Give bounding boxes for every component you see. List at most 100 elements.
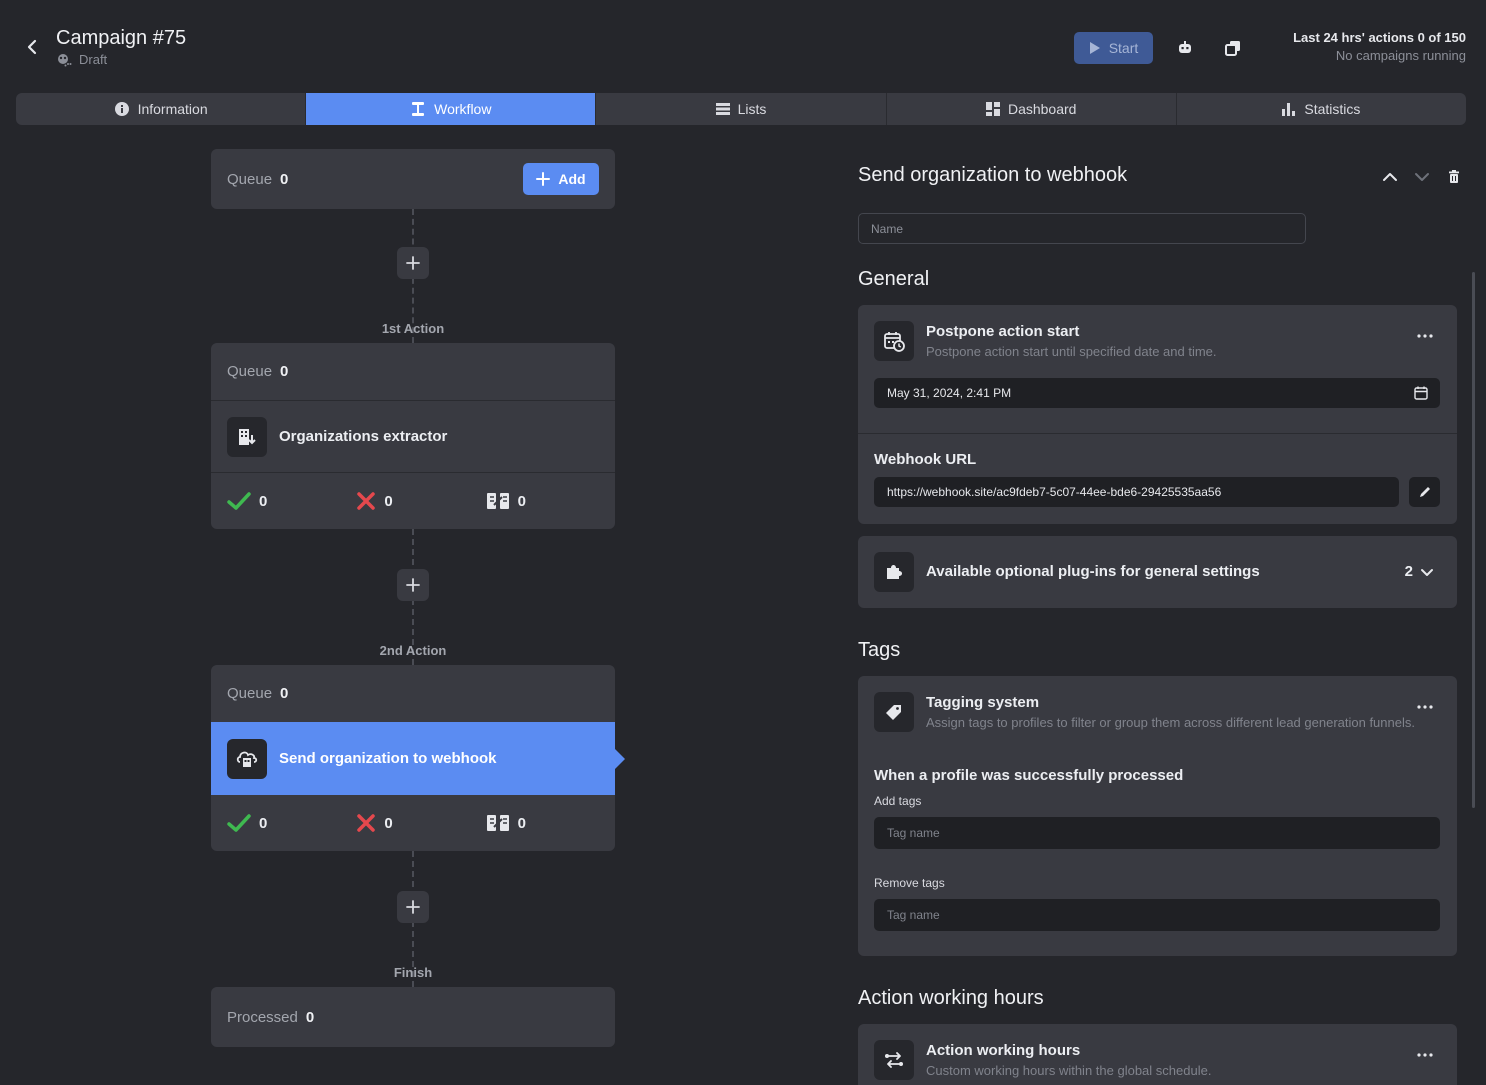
general-card: Postpone action start Postpone action st… bbox=[858, 305, 1457, 524]
failed-count: 0 bbox=[384, 492, 393, 510]
draft-icon bbox=[56, 53, 72, 67]
postpone-header: Postpone action start Postpone action st… bbox=[858, 305, 1457, 361]
queue-count: 0 bbox=[280, 363, 289, 380]
more-options-icon[interactable] bbox=[1415, 331, 1435, 341]
general-section-title: General bbox=[858, 268, 930, 290]
campaign-status: Draft bbox=[56, 52, 107, 67]
plus-icon bbox=[536, 172, 551, 186]
queue-row: Queue 0 bbox=[211, 665, 615, 722]
chevron-down-icon[interactable] bbox=[1412, 167, 1432, 187]
plugins-title: Available optional plug-ins for general … bbox=[926, 563, 1260, 580]
success-stat: 0 bbox=[227, 813, 356, 833]
cross-icon bbox=[357, 492, 376, 510]
skipped-count: 0 bbox=[517, 814, 526, 832]
add-action-button[interactable] bbox=[397, 247, 429, 279]
statistics-icon bbox=[1282, 103, 1296, 116]
finish-card: Processed 0 bbox=[211, 987, 615, 1047]
action-card: Queue 0 Organizations extractor 0 0 0 bbox=[211, 343, 615, 529]
failed-stat: 0 bbox=[356, 813, 485, 833]
tab-statistics[interactable]: Statistics bbox=[1177, 93, 1466, 125]
start-label: Start bbox=[1108, 40, 1139, 56]
working-hours-card: Action working hours Custom working hour… bbox=[858, 1024, 1457, 1085]
action-card: Queue 0 Send organization to webhook 0 0… bbox=[211, 665, 625, 851]
tab-label: Dashboard bbox=[1007, 101, 1077, 117]
skipped-count: 0 bbox=[517, 492, 526, 510]
skip-icon bbox=[486, 815, 509, 831]
list-icon bbox=[715, 103, 730, 115]
tab-lists[interactable]: Lists bbox=[596, 93, 887, 125]
skipped-stat: 0 bbox=[486, 813, 615, 833]
tab-label: Workflow bbox=[434, 101, 492, 117]
plugins-count: 2 bbox=[1405, 563, 1435, 580]
tab-workflow[interactable]: Workflow bbox=[306, 93, 597, 125]
postpone-date-value: May 31, 2024, 2:41 PM bbox=[887, 386, 1012, 400]
webhook-url-value: https://webhook.site/ac9fdeb7-5c07-44ee-… bbox=[887, 485, 1222, 499]
more-options-icon[interactable] bbox=[1415, 1050, 1435, 1060]
webhook-icon bbox=[227, 738, 267, 779]
working-hours-header: Action working hours Custom working hour… bbox=[858, 1024, 1457, 1080]
plugins-header: Available optional plug-ins for general … bbox=[858, 536, 1457, 592]
add-action-button[interactable] bbox=[397, 569, 429, 601]
success-count: 0 bbox=[259, 492, 268, 510]
skipped-stat: 0 bbox=[486, 491, 615, 511]
building-download-icon bbox=[227, 416, 267, 457]
failed-stat: 0 bbox=[356, 491, 485, 511]
webhook-url-field[interactable]: https://webhook.site/ac9fdeb7-5c07-44ee-… bbox=[874, 477, 1399, 507]
pencil-icon bbox=[1419, 487, 1430, 497]
add-action-button[interactable] bbox=[397, 891, 429, 923]
name-input[interactable] bbox=[858, 213, 1306, 244]
success-count: 0 bbox=[259, 814, 268, 832]
queue-row: Queue 0 bbox=[211, 343, 615, 400]
add-tags-label: Add tags bbox=[874, 794, 922, 808]
tag-icon bbox=[874, 692, 914, 732]
start-button[interactable]: Start bbox=[1074, 32, 1153, 64]
working-hours-title: Action working hours bbox=[926, 1042, 1081, 1059]
actions-stats: Last 24 hrs' actions 0 of 150 No campaig… bbox=[1293, 30, 1466, 63]
workflow-icon bbox=[412, 102, 425, 116]
processed-row: Processed 0 bbox=[211, 987, 615, 1047]
tags-card: Tagging system Assign tags to profiles t… bbox=[858, 676, 1457, 956]
plugins-text: Available optional plug-ins for general … bbox=[926, 563, 1260, 592]
postpone-text: Postpone action start Postpone action st… bbox=[926, 323, 1426, 361]
tags-section-title: Tags bbox=[858, 639, 901, 661]
queue-count: 0 bbox=[280, 685, 289, 702]
tagging-header: Tagging system Assign tags to profiles t… bbox=[858, 676, 1457, 732]
success-stat: 0 bbox=[227, 491, 356, 511]
tab-dashboard[interactable]: Dashboard bbox=[887, 93, 1177, 125]
robot-icon[interactable] bbox=[1175, 38, 1195, 58]
tab-label: Information bbox=[137, 101, 208, 117]
tagging-text: Tagging system Assign tags to profiles t… bbox=[926, 694, 1426, 732]
plus-icon bbox=[406, 578, 420, 592]
start-queue-card: Queue 0 Add bbox=[211, 149, 615, 209]
back-arrow-icon[interactable] bbox=[22, 37, 42, 57]
dashboard-icon bbox=[985, 102, 1000, 116]
edit-webhook-button[interactable] bbox=[1409, 477, 1440, 507]
chevron-up-icon[interactable] bbox=[1380, 167, 1400, 187]
skip-icon bbox=[486, 493, 509, 509]
step-label: 1st Action bbox=[381, 321, 445, 336]
chevron-down-icon bbox=[1421, 568, 1433, 576]
plugins-card[interactable]: Available optional plug-ins for general … bbox=[858, 536, 1457, 608]
duplicate-icon[interactable] bbox=[1223, 38, 1243, 58]
remove-tags-input[interactable] bbox=[874, 899, 1440, 931]
panel-scrollbar[interactable] bbox=[1472, 272, 1475, 808]
checkmark-icon bbox=[227, 814, 251, 832]
schedule-arrows-icon bbox=[874, 1040, 914, 1080]
plus-icon bbox=[406, 256, 420, 270]
queue-label: Queue bbox=[227, 363, 273, 380]
failed-count: 0 bbox=[384, 814, 393, 832]
queue-label: Queue bbox=[227, 170, 273, 188]
postpone-date-field[interactable]: May 31, 2024, 2:41 PM bbox=[874, 378, 1440, 408]
add-tags-input[interactable] bbox=[874, 817, 1440, 849]
trash-icon[interactable] bbox=[1444, 167, 1464, 187]
tab-bar: Information Workflow Lists Dashboard Sta… bbox=[16, 93, 1466, 125]
campaign-status-label: Draft bbox=[79, 52, 108, 67]
more-options-icon[interactable] bbox=[1415, 702, 1435, 712]
action-organizations-extractor[interactable]: Organizations extractor bbox=[211, 400, 615, 473]
step-label: 2nd Action bbox=[379, 643, 447, 658]
tab-information[interactable]: Information bbox=[16, 93, 307, 125]
action-send-organization-to-webhook[interactable]: Send organization to webhook bbox=[211, 722, 625, 795]
action-stats: 0 0 0 bbox=[211, 473, 615, 529]
add-button[interactable]: Add bbox=[523, 163, 599, 195]
tab-label: Statistics bbox=[1304, 101, 1361, 117]
